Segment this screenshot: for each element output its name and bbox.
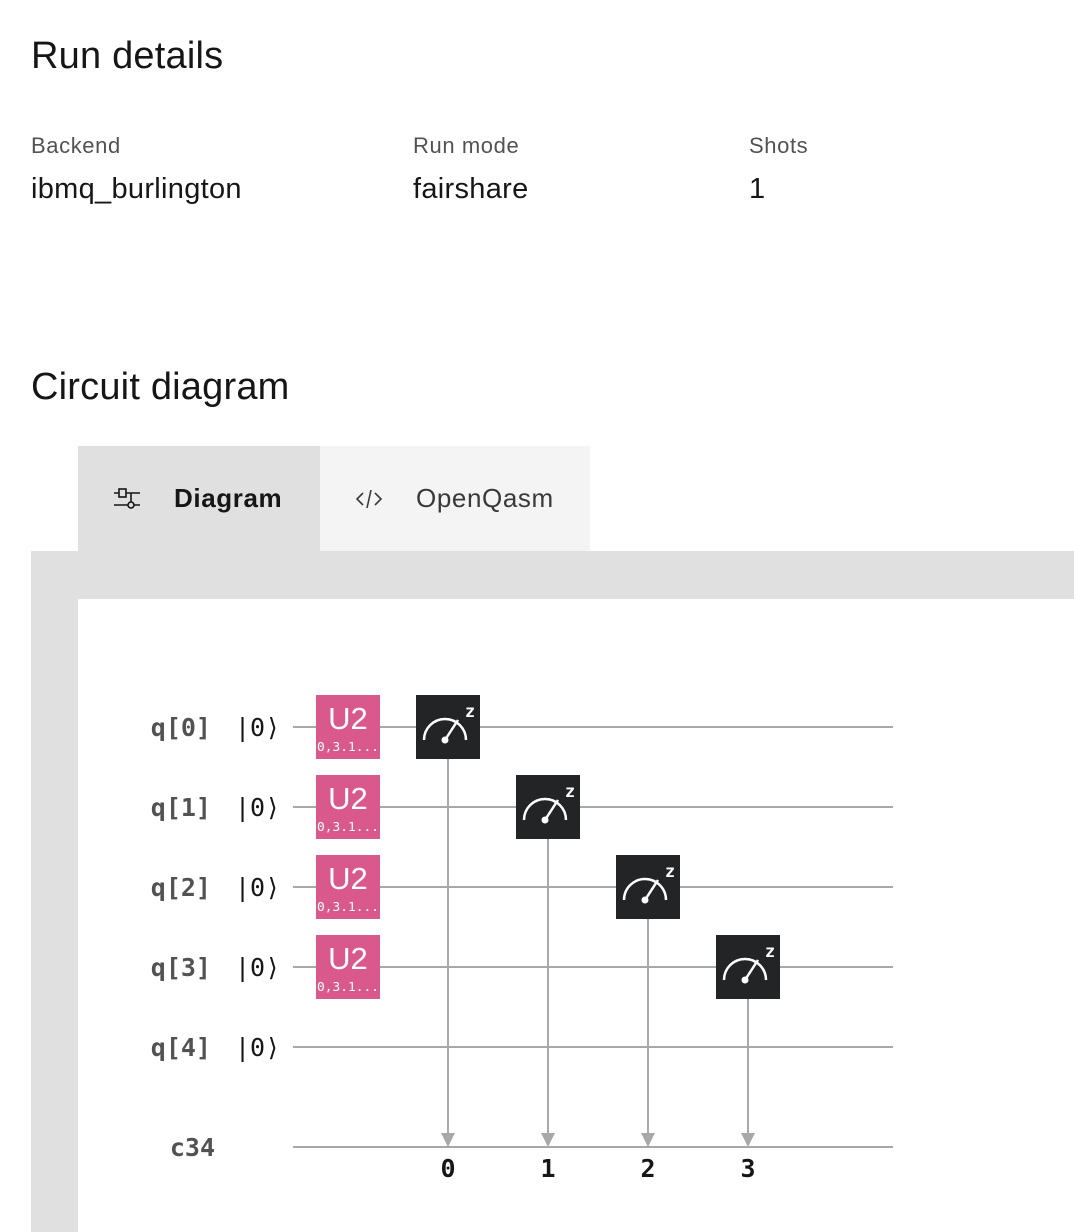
qubit-initial-state: |0⟩ — [235, 873, 280, 902]
run-mode-label: Run mode — [413, 133, 520, 158]
diagram-canvas: q[0] |0⟩ q[1] |0⟩ q[2] |0⟩ q[3] |0⟩ q[4] |0⟩ c34 U2… — [78, 599, 1074, 1232]
run-details-title: Run details — [31, 35, 224, 77]
measure-arrow — [741, 1133, 755, 1147]
measure-arrow — [541, 1133, 555, 1147]
u2-gate-name: U2 — [328, 781, 368, 816]
circuit-tabs: Diagram OpenQasm — [78, 446, 590, 551]
meter-pivot — [441, 736, 449, 744]
qubit-initial-state: |0⟩ — [235, 953, 280, 982]
backend-detail: Backend ibmq_burlington — [31, 133, 242, 206]
measure-basis-label: z — [765, 942, 775, 962]
qubit-label: q[4] — [151, 1033, 211, 1062]
shots-value: 1 — [749, 173, 766, 205]
u2-gate-name: U2 — [328, 941, 368, 976]
run-page: Run details Backend ibmq_burlington Run … — [0, 0, 1074, 1232]
circuit-diagram-icon — [112, 484, 142, 514]
run-mode-value: fairshare — [413, 173, 529, 205]
u2-gate-name: U2 — [328, 701, 368, 736]
meter-pivot — [641, 896, 649, 904]
u2-gate-params: 0,3.1... — [317, 740, 379, 754]
meter-pivot — [741, 976, 749, 984]
qubit-initial-state: |0⟩ — [235, 1033, 280, 1062]
u2-gate-params: 0,3.1... — [317, 900, 379, 914]
measure-basis-label: z — [465, 702, 475, 722]
meter-pivot — [541, 816, 549, 824]
classical-bit-label: 0 — [440, 1154, 455, 1183]
u2-gate-name: U2 — [328, 861, 368, 896]
measure-arrow — [641, 1133, 655, 1147]
measure-basis-label: z — [565, 782, 575, 802]
tab-openqasm[interactable]: OpenQasm — [320, 446, 590, 551]
measure-arrow — [441, 1133, 455, 1147]
classical-register-label: c34 — [170, 1133, 215, 1162]
backend-label: Backend — [31, 133, 121, 158]
backend-value: ibmq_burlington — [31, 173, 242, 205]
shots-detail: Shots 1 — [749, 133, 808, 206]
code-icon — [354, 484, 384, 514]
qubit-label: q[3] — [151, 953, 211, 982]
qubit-initial-state: |0⟩ — [235, 793, 280, 822]
tab-diagram-label: Diagram — [174, 483, 283, 513]
measure-basis-label: z — [665, 862, 675, 882]
u2-gate-params: 0,3.1... — [317, 820, 379, 834]
qubit-label: q[1] — [151, 793, 211, 822]
run-mode-detail: Run mode fairshare — [413, 133, 529, 206]
classical-bit-label: 3 — [740, 1154, 755, 1183]
u2-gate-params: 0,3.1... — [317, 980, 379, 994]
circuit-diagram-title: Circuit diagram — [31, 366, 290, 408]
diagram-panel: q[0] |0⟩ q[1] |0⟩ q[2] |0⟩ q[3] |0⟩ q[4] |0⟩ c34 U2… — [31, 551, 1074, 1232]
shots-label: Shots — [749, 133, 809, 158]
tab-diagram[interactable]: Diagram — [78, 446, 320, 551]
qubit-initial-state: |0⟩ — [235, 713, 280, 742]
tab-openqasm-label: OpenQasm — [416, 483, 554, 513]
qubit-label: q[0] — [151, 713, 211, 742]
classical-bit-label: 1 — [540, 1154, 555, 1183]
classical-bit-label: 2 — [640, 1154, 655, 1183]
qubit-label: q[2] — [151, 873, 211, 902]
circuit-svg: q[0] |0⟩ q[1] |0⟩ q[2] |0⟩ q[3] |0⟩ q[4] |0⟩ c34 U2… — [151, 695, 893, 1183]
